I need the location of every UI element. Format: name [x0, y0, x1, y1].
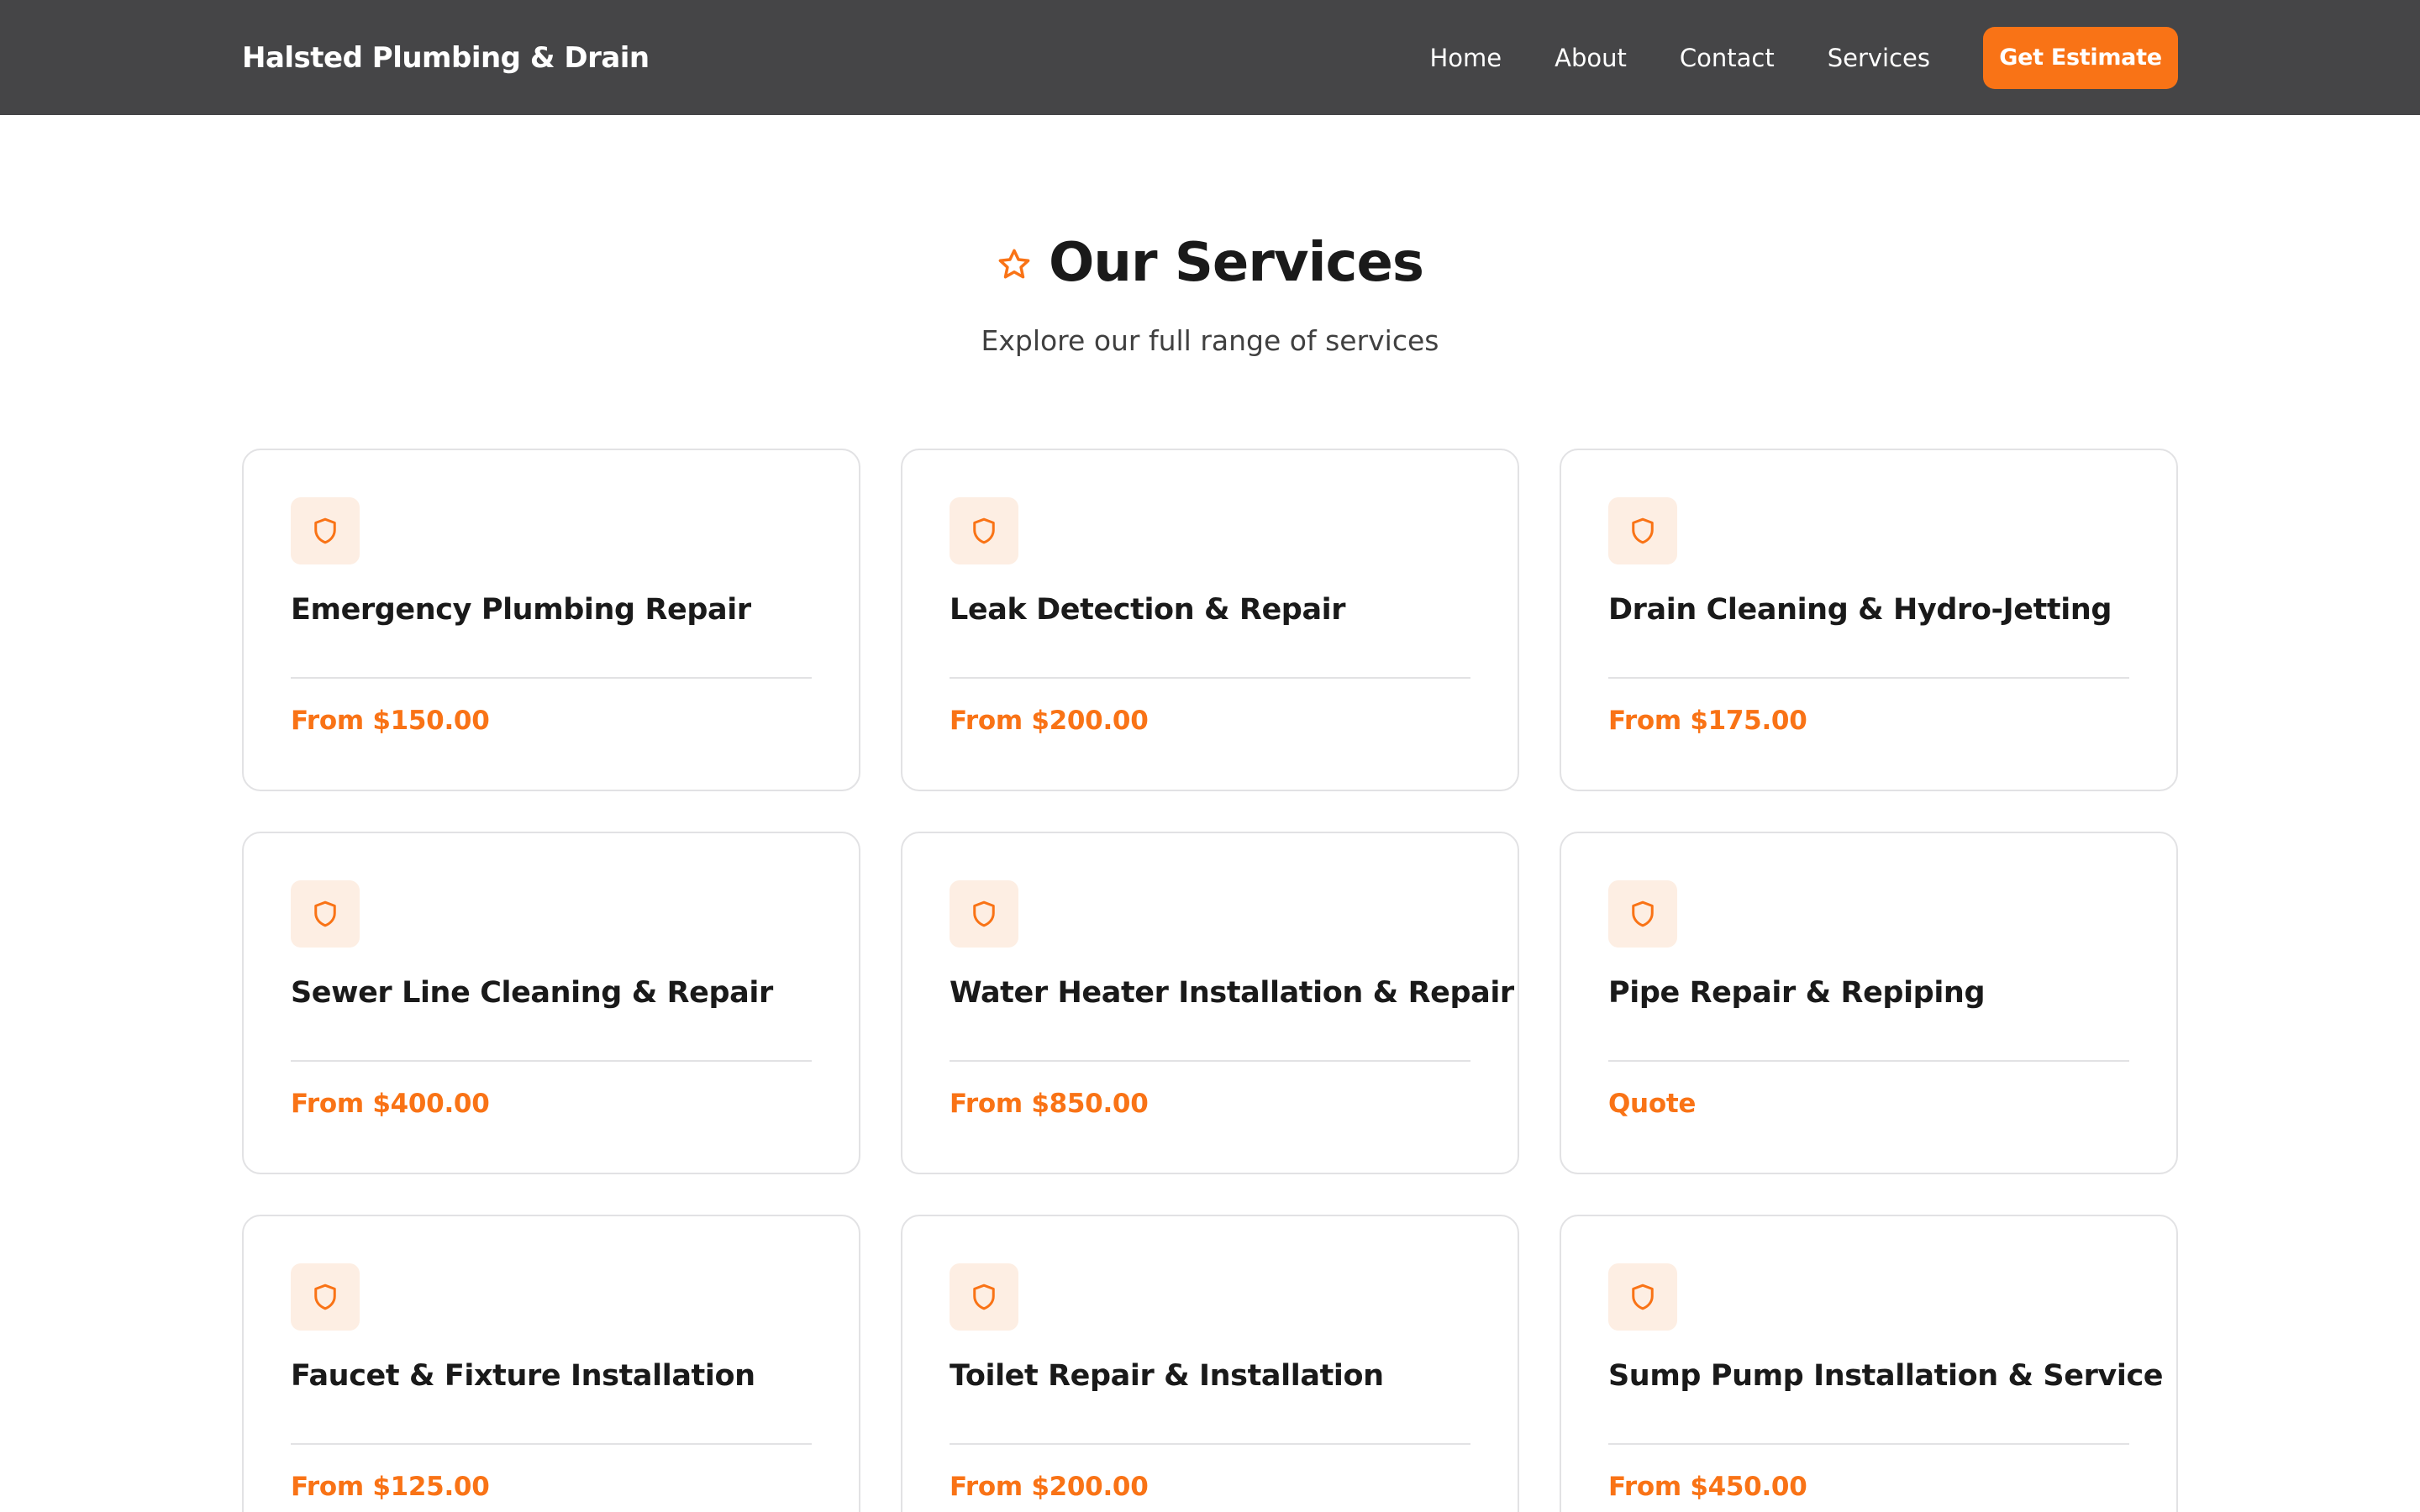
service-price: From $400.00 — [291, 1089, 490, 1119]
service-icon-badge — [1608, 497, 1677, 564]
service-price: From $175.00 — [1608, 706, 1807, 736]
top-navbar: Halsted Plumbing & Drain Home About Cont… — [0, 0, 2420, 115]
service-card[interactable]: Toilet Repair & Installation From $200.0… — [901, 1215, 1519, 1512]
service-card[interactable]: Drain Cleaning & Hydro-Jetting From $175… — [1560, 449, 2178, 791]
service-icon-badge — [950, 497, 1018, 564]
card-divider — [950, 677, 1470, 679]
service-card[interactable]: Pipe Repair & Repiping Quote — [1560, 832, 2178, 1174]
section-heading: Our Services — [0, 225, 2420, 301]
shield-icon — [1632, 1284, 1654, 1310]
service-title: Drain Cleaning & Hydro-Jetting — [1608, 593, 2112, 627]
page-title: Our Services — [1049, 232, 1424, 294]
main-nav: Home About Contact Services Get Estimate — [1429, 0, 2178, 115]
shield-icon — [1632, 517, 1654, 544]
services-grid: Emergency Plumbing Repair From $150.00 L… — [242, 449, 2178, 1512]
service-title: Pipe Repair & Repiping — [1608, 976, 1986, 1010]
service-price: From $850.00 — [950, 1089, 1149, 1119]
service-icon-badge — [1608, 1263, 1677, 1331]
shield-icon — [314, 1284, 336, 1310]
card-divider — [1608, 1443, 2129, 1445]
nav-link-contact[interactable]: Contact — [1680, 44, 1775, 72]
nav-link-about[interactable]: About — [1555, 44, 1627, 72]
card-divider — [291, 1060, 812, 1062]
service-card[interactable]: Water Heater Installation & Repair From … — [901, 832, 1519, 1174]
shield-icon — [314, 517, 336, 544]
service-card[interactable]: Emergency Plumbing Repair From $150.00 — [242, 449, 860, 791]
service-price: From $150.00 — [291, 706, 490, 736]
brand-logo-text[interactable]: Halsted Plumbing & Drain — [242, 0, 650, 115]
card-divider — [1608, 1060, 2129, 1062]
service-title: Water Heater Installation & Repair — [950, 976, 1514, 1010]
service-card[interactable]: Sump Pump Installation & Service From $4… — [1560, 1215, 2178, 1512]
service-title: Faucet & Fixture Installation — [291, 1359, 755, 1393]
shield-icon — [973, 517, 995, 544]
shield-icon — [973, 900, 995, 927]
service-icon-badge — [291, 497, 360, 564]
nav-link-services[interactable]: Services — [1828, 44, 1930, 72]
card-divider — [950, 1060, 1470, 1062]
card-divider — [291, 1443, 812, 1445]
service-price: From $450.00 — [1608, 1472, 1807, 1502]
service-icon-badge — [1608, 880, 1677, 948]
service-card[interactable]: Leak Detection & Repair From $200.00 — [901, 449, 1519, 791]
service-icon-badge — [291, 880, 360, 948]
card-divider — [291, 677, 812, 679]
service-title: Sump Pump Installation & Service — [1608, 1359, 2164, 1393]
service-price: From $200.00 — [950, 1472, 1149, 1502]
card-divider — [1608, 677, 2129, 679]
shield-icon — [1632, 900, 1654, 927]
card-divider — [950, 1443, 1470, 1445]
service-card[interactable]: Sewer Line Cleaning & Repair From $400.0… — [242, 832, 860, 1174]
page-subtitle: Explore our full range of services — [981, 324, 1439, 357]
shield-icon — [314, 900, 336, 927]
service-icon-badge — [950, 1263, 1018, 1331]
service-price: From $125.00 — [291, 1472, 490, 1502]
shield-icon — [973, 1284, 995, 1310]
get-estimate-button[interactable]: Get Estimate — [1983, 26, 2178, 89]
service-price: From $200.00 — [950, 706, 1149, 736]
service-title: Sewer Line Cleaning & Repair — [291, 976, 773, 1010]
service-icon-badge — [950, 880, 1018, 948]
service-title: Emergency Plumbing Repair — [291, 593, 751, 627]
service-card[interactable]: Faucet & Fixture Installation From $125.… — [242, 1215, 860, 1512]
nav-link-home[interactable]: Home — [1429, 44, 1502, 72]
service-title: Toilet Repair & Installation — [950, 1359, 1384, 1393]
service-price: Quote — [1608, 1089, 1697, 1119]
service-icon-badge — [291, 1263, 360, 1331]
star-icon — [998, 249, 1030, 279]
service-title: Leak Detection & Repair — [950, 593, 1346, 627]
